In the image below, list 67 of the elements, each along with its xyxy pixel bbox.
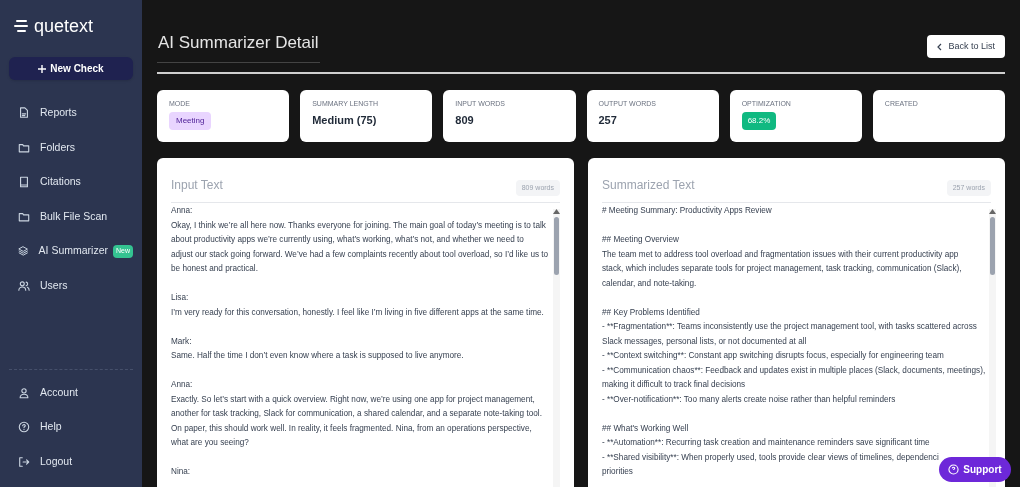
text-line: On paper, this should work well. In reality, it feels fragmented. Nina, from an operations perspective, bbox=[171, 422, 532, 435]
text-line: calendar, and note-taking. bbox=[602, 277, 697, 290]
back-to-list-button[interactable]: Back to List bbox=[927, 35, 1005, 58]
text-line: ## Meeting Overview bbox=[602, 234, 679, 246]
user-icon bbox=[18, 386, 30, 399]
text-line: priorities bbox=[602, 466, 633, 478]
text-line: making it difficult to track final decisions bbox=[602, 379, 746, 391]
text-line: Anna: bbox=[171, 205, 193, 217]
text-line: The team met to address tool overload and fragmentation issues with their current productivity app bbox=[602, 248, 959, 261]
text-line: what are you seeing? bbox=[171, 437, 249, 449]
logo[interactable]: quetext bbox=[34, 17, 94, 35]
text-line: - **Fragmentation**: Teams inconsistently use the project management tool, with tasks scattered across bbox=[602, 321, 977, 333]
text-line: Lisa: bbox=[171, 292, 189, 304]
text-line: - **Over-notification**: Too many alerts create noise rather than helpful reminders bbox=[602, 393, 896, 406]
scroll-up-icon[interactable] bbox=[553, 209, 560, 214]
logout-icon bbox=[18, 455, 30, 468]
page-title: AI Summarizer Detail bbox=[157, 30, 320, 63]
panel-title: Summarized Text bbox=[602, 176, 695, 194]
layers-icon bbox=[18, 245, 29, 258]
nav-item[interactable]: Folders bbox=[9, 130, 133, 165]
stat-value: 257 bbox=[598, 112, 617, 128]
plus-icon bbox=[38, 64, 47, 73]
folder-icon bbox=[18, 210, 30, 223]
nav-item[interactable]: Reports bbox=[9, 96, 133, 131]
text-line: I’m very ready for this conversation, honestly. I feel like I’m living in five different apps at the same time. bbox=[171, 306, 544, 319]
text-line: ## Key Problems Identified bbox=[602, 306, 700, 319]
text-line: ## What's Working Well bbox=[602, 422, 689, 435]
new-check-button[interactable]: New Check bbox=[9, 57, 133, 80]
text-line: - **Context switching**: Constant app switching disrupts focus, especially for engineering team bbox=[602, 350, 944, 362]
text-line: # Meeting Summary: Productivity Apps Review bbox=[602, 205, 772, 217]
nav-item[interactable]: Account bbox=[9, 375, 133, 410]
stat-value: Medium (75) bbox=[312, 112, 377, 128]
text-line: Slack messages, personal lists, or not documented at all bbox=[602, 335, 807, 348]
text-line: Okay, I think we’re all here now. Thanks everyone for joining. The main goal of today’s meeting is to talk bbox=[171, 219, 546, 232]
text-line: stack, which includes separate tools for project management, task tracking, communication (Slack), bbox=[602, 263, 962, 275]
text-line: be honest and practical. bbox=[171, 263, 258, 275]
panel-title: Input Text bbox=[171, 176, 223, 194]
nav-item[interactable]: Users bbox=[9, 268, 133, 303]
chevron-left-icon bbox=[937, 42, 943, 51]
book-icon bbox=[18, 176, 30, 189]
mode-tag: Meeting bbox=[169, 111, 212, 130]
nav-item[interactable]: Bulk File Scan bbox=[9, 199, 133, 234]
nav-item[interactable]: Citations bbox=[9, 165, 133, 200]
report-icon bbox=[18, 107, 30, 120]
text-line: another for task tracking, Slack for communication, a shared calendar, and a separate note-taking tool. bbox=[171, 408, 542, 420]
nav-item[interactable]: Help bbox=[9, 410, 133, 445]
help-icon bbox=[18, 421, 30, 434]
text-line: Exactly. So let’s start with a quick overview. Right now, we’re using one app for project management, bbox=[171, 393, 535, 406]
text-line: Nina: bbox=[171, 466, 191, 478]
nav-item[interactable]: Logout bbox=[9, 444, 133, 479]
optimization-badge: 68.2% bbox=[741, 111, 777, 130]
help-icon bbox=[948, 464, 960, 475]
logo-icon bbox=[14, 20, 29, 32]
text-line: Mark: bbox=[171, 335, 192, 348]
text-line: - **Automation**: Recurring task creation and maintenance reminders save significant time bbox=[602, 437, 930, 449]
folder-icon bbox=[18, 141, 30, 154]
support-button[interactable]: Support bbox=[939, 457, 1011, 482]
text-line: adjust our stack going forward. We’ve had a few complaints recently about tool overload, so I’d like us to bbox=[171, 248, 549, 261]
scrollbar[interactable] bbox=[553, 209, 560, 487]
text-line: Same. Half the time I don’t even know where a task is supposed to live anymore. bbox=[171, 350, 464, 362]
text-line: about productivity apps we’re currently using, what’s working, what’s not, and whether we need to bbox=[171, 234, 524, 246]
stat-value: 809 bbox=[455, 112, 474, 128]
text-line: Anna: bbox=[171, 379, 193, 391]
users-icon bbox=[18, 279, 30, 292]
text-line: - **Communication chaos**: Feedback and updates exist in multiple places (Slack, documents, meetings), bbox=[602, 364, 986, 377]
text-line: - **Shared visibility**: When properly used, tools provide clear views of timelines, dependenci bbox=[602, 451, 939, 464]
scroll-up-icon[interactable] bbox=[989, 209, 997, 214]
